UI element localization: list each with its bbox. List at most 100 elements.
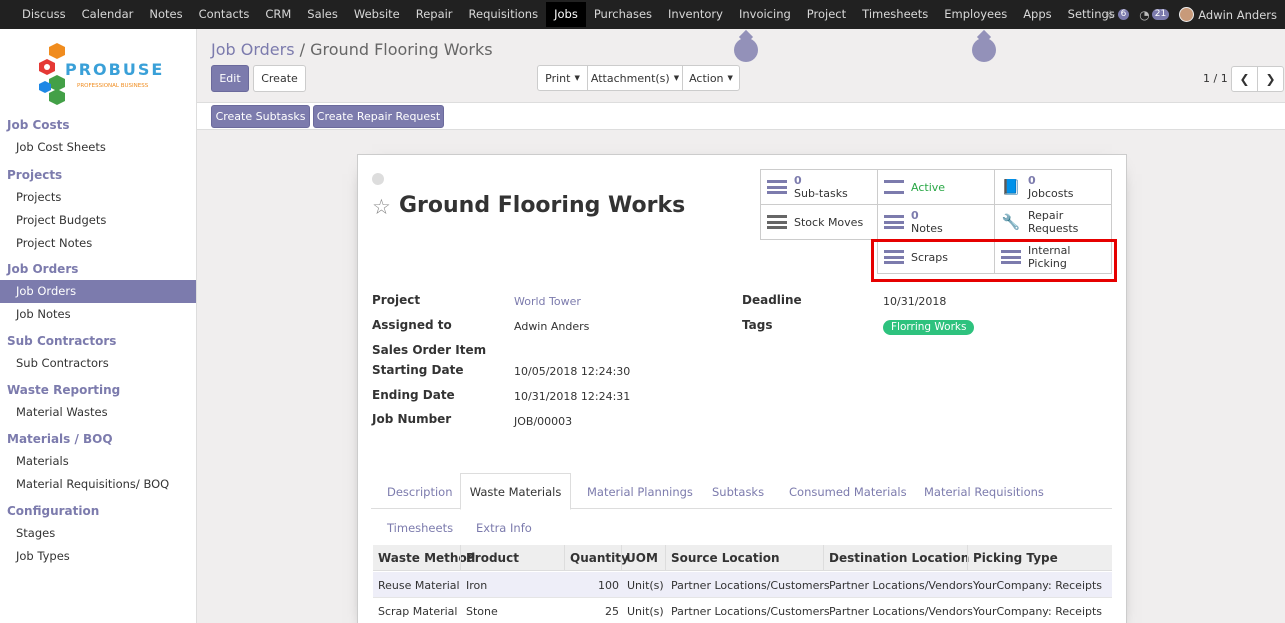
assigned-to-field[interactable]: Adwin Anders bbox=[514, 320, 589, 333]
action-label: Action bbox=[689, 71, 724, 85]
sidebar-item-materials[interactable]: Materials bbox=[0, 450, 196, 473]
menu-timesheets[interactable]: Timesheets bbox=[854, 2, 936, 27]
create-button[interactable]: Create bbox=[253, 65, 306, 92]
menu-calendar[interactable]: Calendar bbox=[74, 2, 142, 27]
tab-subtasks[interactable]: Subtasks bbox=[712, 485, 764, 499]
star-icon[interactable]: ☆ bbox=[372, 195, 391, 219]
project-field[interactable]: World Tower bbox=[514, 295, 581, 308]
menu-discuss[interactable]: Discuss bbox=[14, 2, 74, 27]
sidebar-heading[interactable]: Sub Contractors bbox=[0, 330, 196, 352]
tab-description[interactable]: Description bbox=[387, 485, 453, 499]
column-header-quantity[interactable]: Quantity bbox=[570, 551, 629, 565]
tab-timesheets[interactable]: Timesheets bbox=[387, 521, 453, 535]
sidebar-heading[interactable]: Job Orders bbox=[0, 258, 196, 280]
activity-count-badge: 21 bbox=[1151, 9, 1170, 20]
menu-crm[interactable]: CRM bbox=[257, 2, 299, 27]
activity-icon[interactable]: ◔ bbox=[1139, 8, 1149, 22]
menu-website[interactable]: Website bbox=[346, 2, 408, 27]
column-divider bbox=[823, 545, 824, 571]
active-label: Active bbox=[911, 180, 946, 194]
sales-order-item-label: Sales Order Item bbox=[372, 343, 487, 357]
tab-material-requisitions[interactable]: Material Requisitions bbox=[924, 485, 1044, 499]
column-divider bbox=[621, 545, 622, 571]
user-name[interactable]: Adwin Anders bbox=[1198, 8, 1277, 22]
menu-project[interactable]: Project bbox=[799, 2, 854, 27]
marker-drop-icon bbox=[972, 38, 996, 62]
sidebar-item-job-cost-sheets[interactable]: Job Cost Sheets bbox=[0, 136, 196, 159]
menu-inventory[interactable]: Inventory bbox=[660, 2, 731, 27]
sidebar-heading[interactable]: Waste Reporting bbox=[0, 379, 196, 401]
kanban-state-icon[interactable] bbox=[372, 173, 384, 185]
pager-value[interactable]: 1 / 1 bbox=[1203, 72, 1228, 85]
sidebar-section-job-costs: Job Costs Job Cost Sheets bbox=[0, 114, 196, 159]
menu-sales[interactable]: Sales bbox=[299, 2, 346, 27]
tab-extra-info[interactable]: Extra Info bbox=[476, 521, 532, 535]
table-row[interactable]: Reuse Material Iron 100 Unit(s) Partner … bbox=[373, 572, 1112, 598]
list-icon bbox=[766, 176, 788, 198]
menu-employees[interactable]: Employees bbox=[936, 2, 1015, 27]
sidebar-item-project-budgets[interactable]: Project Budgets bbox=[0, 209, 196, 232]
starting-date-field[interactable]: 10/05/2018 12:24:30 bbox=[514, 365, 630, 378]
column-header-uom[interactable]: UOM bbox=[626, 551, 658, 565]
menu-notes[interactable]: Notes bbox=[141, 2, 190, 27]
menu-repair[interactable]: Repair bbox=[408, 2, 461, 27]
edit-button[interactable]: Edit bbox=[211, 65, 249, 92]
ending-date-field[interactable]: 10/31/2018 12:24:31 bbox=[514, 390, 630, 403]
breadcrumb-parent[interactable]: Job Orders bbox=[211, 40, 295, 59]
notes-smart-button[interactable]: 0 Notes bbox=[877, 204, 995, 240]
pager-previous-button[interactable]: ❮ bbox=[1231, 66, 1258, 92]
tab-waste-materials[interactable]: Waste Materials bbox=[460, 473, 571, 510]
sidebar-item-job-notes[interactable]: Job Notes bbox=[0, 303, 196, 326]
subtasks-smart-button[interactable]: 0 Sub-tasks bbox=[760, 169, 878, 205]
top-navbar: Discuss Calendar Notes Contacts CRM Sale… bbox=[0, 0, 1285, 29]
menu-purchases[interactable]: Purchases bbox=[586, 2, 660, 27]
sidebar-heading[interactable]: Job Costs bbox=[0, 114, 196, 136]
sidebar-section-job-orders: Job Orders Job Orders Job Notes bbox=[0, 258, 196, 326]
print-dropdown[interactable]: Print ▼ bbox=[537, 65, 588, 91]
chat-icon[interactable]: ☼ bbox=[1105, 8, 1116, 22]
deadline-field[interactable]: 10/31/2018 bbox=[883, 295, 946, 308]
active-toggle-button[interactable]: Active bbox=[877, 169, 995, 205]
avatar[interactable] bbox=[1179, 7, 1195, 22]
sidebar-item-projects[interactable]: Projects bbox=[0, 186, 196, 209]
column-header-destination-location[interactable]: Destination Location bbox=[829, 551, 969, 565]
attachments-dropdown[interactable]: Attachment(s) ▼ bbox=[587, 65, 683, 91]
sidebar-item-material-wastes[interactable]: Material Wastes bbox=[0, 401, 196, 424]
menu-contacts[interactable]: Contacts bbox=[191, 2, 258, 27]
sidebar-heading[interactable]: Materials / BOQ bbox=[0, 428, 196, 450]
menu-jobs[interactable]: Jobs bbox=[546, 2, 586, 27]
stock-moves-smart-button[interactable]: Stock Moves bbox=[760, 204, 878, 240]
wrench-icon: 🔧 bbox=[1001, 213, 1021, 231]
sidebar-heading[interactable]: Projects bbox=[0, 164, 196, 186]
create-subtasks-button[interactable]: Create Subtasks bbox=[211, 105, 310, 128]
column-header-product[interactable]: Product bbox=[466, 551, 519, 565]
cell-quantity: 100 bbox=[598, 579, 619, 592]
record-title: Ground Flooring Works bbox=[399, 193, 686, 218]
menu-invoicing[interactable]: Invoicing bbox=[731, 2, 799, 27]
sidebar-heading[interactable]: Configuration bbox=[0, 500, 196, 522]
chat-count-badge: 6 bbox=[1117, 9, 1130, 20]
pager-next-button[interactable]: ❯ bbox=[1257, 66, 1284, 92]
create-repair-request-button[interactable]: Create Repair Request bbox=[313, 105, 444, 128]
column-header-source-location[interactable]: Source Location bbox=[671, 551, 780, 565]
sidebar-item-stages[interactable]: Stages bbox=[0, 522, 196, 545]
tab-consumed-materials[interactable]: Consumed Materials bbox=[789, 485, 907, 499]
tab-material-plannings[interactable]: Material Plannings bbox=[587, 485, 693, 499]
repair-requests-smart-button[interactable]: 🔧 Repair Requests bbox=[994, 204, 1112, 240]
cell-picking-type: YourCompany: Receipts bbox=[973, 605, 1103, 618]
table-row[interactable]: Scrap Material Stone 25 Unit(s) Partner … bbox=[373, 598, 1112, 623]
annotation-highlight-box bbox=[871, 239, 1117, 282]
sidebar-item-job-orders[interactable]: Job Orders bbox=[0, 280, 196, 303]
sidebar-item-project-notes[interactable]: Project Notes bbox=[0, 232, 196, 255]
action-dropdown[interactable]: Action ▼ bbox=[682, 65, 740, 91]
sidebar-item-job-types[interactable]: Job Types bbox=[0, 545, 196, 568]
tag-badge[interactable]: Florring Works bbox=[883, 320, 975, 335]
job-number-field[interactable]: JOB/00003 bbox=[514, 415, 572, 428]
sidebar-item-material-requisitions[interactable]: Material Requisitions/ BOQ bbox=[0, 473, 196, 496]
jobcosts-smart-button[interactable]: 📘 0 Jobcosts bbox=[994, 169, 1112, 205]
menu-apps[interactable]: Apps bbox=[1015, 2, 1059, 27]
column-header-picking-type[interactable]: Picking Type bbox=[973, 551, 1058, 565]
bars-icon bbox=[766, 211, 788, 233]
sidebar-item-sub-contractors[interactable]: Sub Contractors bbox=[0, 352, 196, 375]
menu-requisitions[interactable]: Requisitions bbox=[461, 2, 547, 27]
